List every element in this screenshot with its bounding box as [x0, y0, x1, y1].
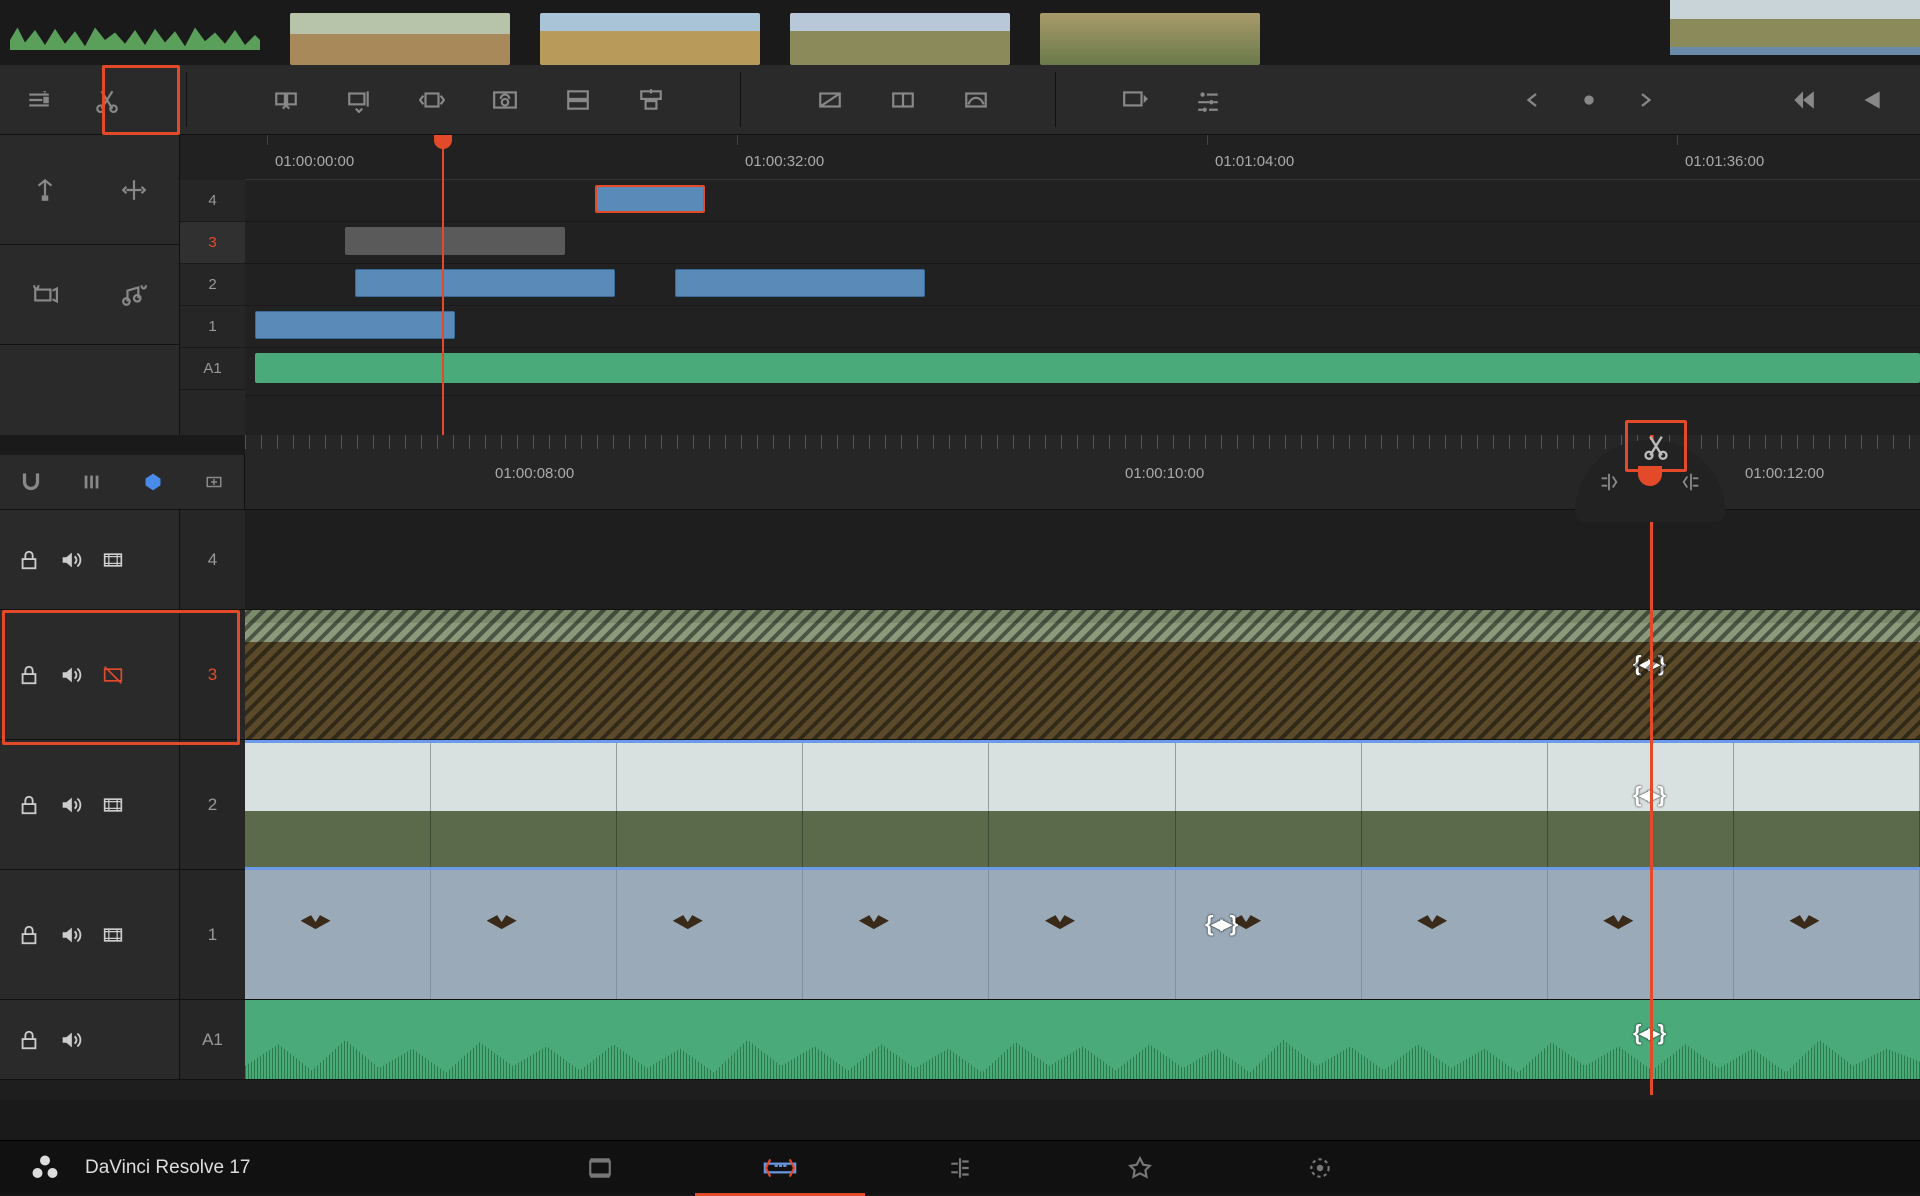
- upper-timeline: 4321A1 01:00:00:00 01:00:32:00 01:01:04:00…: [0, 135, 1920, 435]
- clip-thumb[interactable]: [1040, 13, 1260, 65]
- app-name: DaVinci Resolve 17: [85, 1157, 250, 1179]
- dissolve-icon[interactable]: [811, 81, 849, 119]
- track-header[interactable]: [0, 510, 180, 610]
- video-enable-icon[interactable]: [100, 665, 126, 685]
- ruler-timecode: 01:00:10:00: [1125, 465, 1204, 482]
- audio-clip[interactable]: {◂▸}: [245, 1000, 1920, 1079]
- add-marker-icon[interactable]: [198, 463, 229, 501]
- trim-in-icon[interactable]: [1589, 464, 1629, 500]
- media-pool-strip: [0, 0, 1920, 65]
- upper-track-numbers: 4321A1: [180, 180, 245, 435]
- media-page-tab[interactable]: [575, 1141, 625, 1196]
- upper-timeline-controls: [0, 135, 180, 435]
- mute-icon[interactable]: [58, 664, 82, 686]
- smart-indicator[interactable]: [1575, 412, 1725, 522]
- ruler-timecode: 01:00:32:00: [745, 153, 824, 170]
- audio-only-icon[interactable]: [115, 276, 153, 314]
- jog-prev-icon[interactable]: [1514, 81, 1552, 119]
- clip-thumb[interactable]: [790, 13, 1010, 65]
- lock-icon[interactable]: [18, 794, 40, 816]
- tools-icon[interactable]: [1189, 81, 1227, 119]
- smart-scissors-highlight: [1625, 420, 1687, 472]
- video-clip[interactable]: {◂▸}: [245, 870, 1920, 999]
- clip-thumb[interactable]: [290, 13, 510, 65]
- lock-icon[interactable]: [18, 1029, 40, 1051]
- edit-page-tab[interactable]: [935, 1141, 985, 1196]
- jog-next-icon[interactable]: [1626, 81, 1664, 119]
- closeup-icon[interactable]: [486, 81, 524, 119]
- video-clip[interactable]: {◂▸}: [245, 610, 1920, 739]
- cut-toolbar: z: [0, 65, 1920, 135]
- upper-track-number[interactable]: 2: [180, 264, 245, 306]
- audio-waveform-thumb[interactable]: [10, 25, 260, 50]
- ruler-timecode: 01:00:00:00: [275, 153, 354, 170]
- upper-track-number[interactable]: 3: [180, 222, 245, 264]
- marker-list-icon[interactable]: [76, 463, 107, 501]
- lock-icon[interactable]: [18, 664, 40, 686]
- ruler-timecode: 01:00:12:00: [1745, 465, 1824, 482]
- sync-bin-icon[interactable]: [1116, 81, 1154, 119]
- track-lane[interactable]: {◂▸}: [245, 610, 1920, 740]
- fusion-page-tab[interactable]: [1115, 1141, 1165, 1196]
- app-logo-icon: [30, 1153, 60, 1183]
- source-overwrite-icon[interactable]: [632, 81, 670, 119]
- boring-detector-icon[interactable]: z: [20, 81, 58, 119]
- ripple-overwrite-icon[interactable]: [413, 81, 451, 119]
- lock-icon[interactable]: [18, 924, 40, 946]
- upper-track-number[interactable]: A1: [180, 348, 245, 390]
- video-only-icon[interactable]: [26, 276, 64, 314]
- svg-text:z: z: [42, 87, 46, 97]
- track-header[interactable]: [0, 870, 180, 1000]
- upper-track-number[interactable]: 1: [180, 306, 245, 348]
- track-header[interactable]: [0, 1000, 180, 1080]
- jog-dot-icon[interactable]: [1570, 81, 1608, 119]
- track-number[interactable]: 2: [180, 740, 245, 870]
- lower-timeline: 43{◂▸}2{◂▸}1{◂▸}A1{◂▸}: [0, 510, 1920, 1100]
- track-number[interactable]: A1: [180, 1000, 245, 1080]
- track-number[interactable]: 3: [180, 610, 245, 740]
- track-number[interactable]: 1: [180, 870, 245, 1000]
- color-page-tab[interactable]: [1295, 1141, 1345, 1196]
- append-icon[interactable]: [340, 81, 378, 119]
- lock-icon[interactable]: [18, 549, 40, 571]
- upper-track-number[interactable]: 4: [180, 180, 245, 222]
- video-enable-icon[interactable]: [100, 550, 126, 570]
- video-enable-icon[interactable]: [100, 795, 126, 815]
- marker-icon[interactable]: [137, 463, 168, 501]
- track-header[interactable]: [0, 740, 180, 870]
- mute-icon[interactable]: [58, 794, 82, 816]
- cut-page-tab[interactable]: [755, 1141, 805, 1196]
- snap-icon[interactable]: [15, 463, 46, 501]
- play-reverse-icon[interactable]: [1852, 81, 1890, 119]
- track-lane[interactable]: {◂▸}: [245, 870, 1920, 1000]
- track-header[interactable]: [0, 610, 180, 740]
- place-on-top-icon[interactable]: [559, 81, 597, 119]
- ruler-timecode: 01:01:04:00: [1215, 153, 1294, 170]
- go-start-icon[interactable]: [1784, 81, 1822, 119]
- clip-thumb[interactable]: [540, 13, 760, 65]
- bottom-bar: DaVinci Resolve 17: [0, 1140, 1920, 1195]
- mute-icon[interactable]: [58, 549, 82, 571]
- viewer-filmstrip[interactable]: [1670, 0, 1920, 55]
- free-playhead-icon[interactable]: [115, 171, 153, 209]
- smart-insert-icon[interactable]: [267, 81, 305, 119]
- video-enable-icon[interactable]: [100, 925, 126, 945]
- track-lane[interactable]: {◂▸}: [245, 740, 1920, 870]
- upper-ruler[interactable]: 01:00:00:00 01:00:32:00 01:01:04:00 01:01:3…: [245, 135, 1920, 180]
- mute-icon[interactable]: [58, 924, 82, 946]
- track-number[interactable]: 4: [180, 510, 245, 610]
- lock-playhead-icon[interactable]: [26, 171, 64, 209]
- lower-toolbar: [0, 455, 245, 510]
- smooth-cut-icon[interactable]: [884, 81, 922, 119]
- mute-icon[interactable]: [58, 1029, 82, 1051]
- upper-tracks[interactable]: [245, 180, 1920, 435]
- video-clip[interactable]: {◂▸}: [245, 743, 1920, 867]
- track-lane[interactable]: [245, 510, 1920, 610]
- split-clip-button[interactable]: [88, 81, 126, 119]
- track-lane[interactable]: {◂▸}: [245, 1000, 1920, 1080]
- ruler-timecode: 01:00:08:00: [495, 465, 574, 482]
- transition-icon[interactable]: [957, 81, 995, 119]
- ruler-timecode: 01:01:36:00: [1685, 153, 1764, 170]
